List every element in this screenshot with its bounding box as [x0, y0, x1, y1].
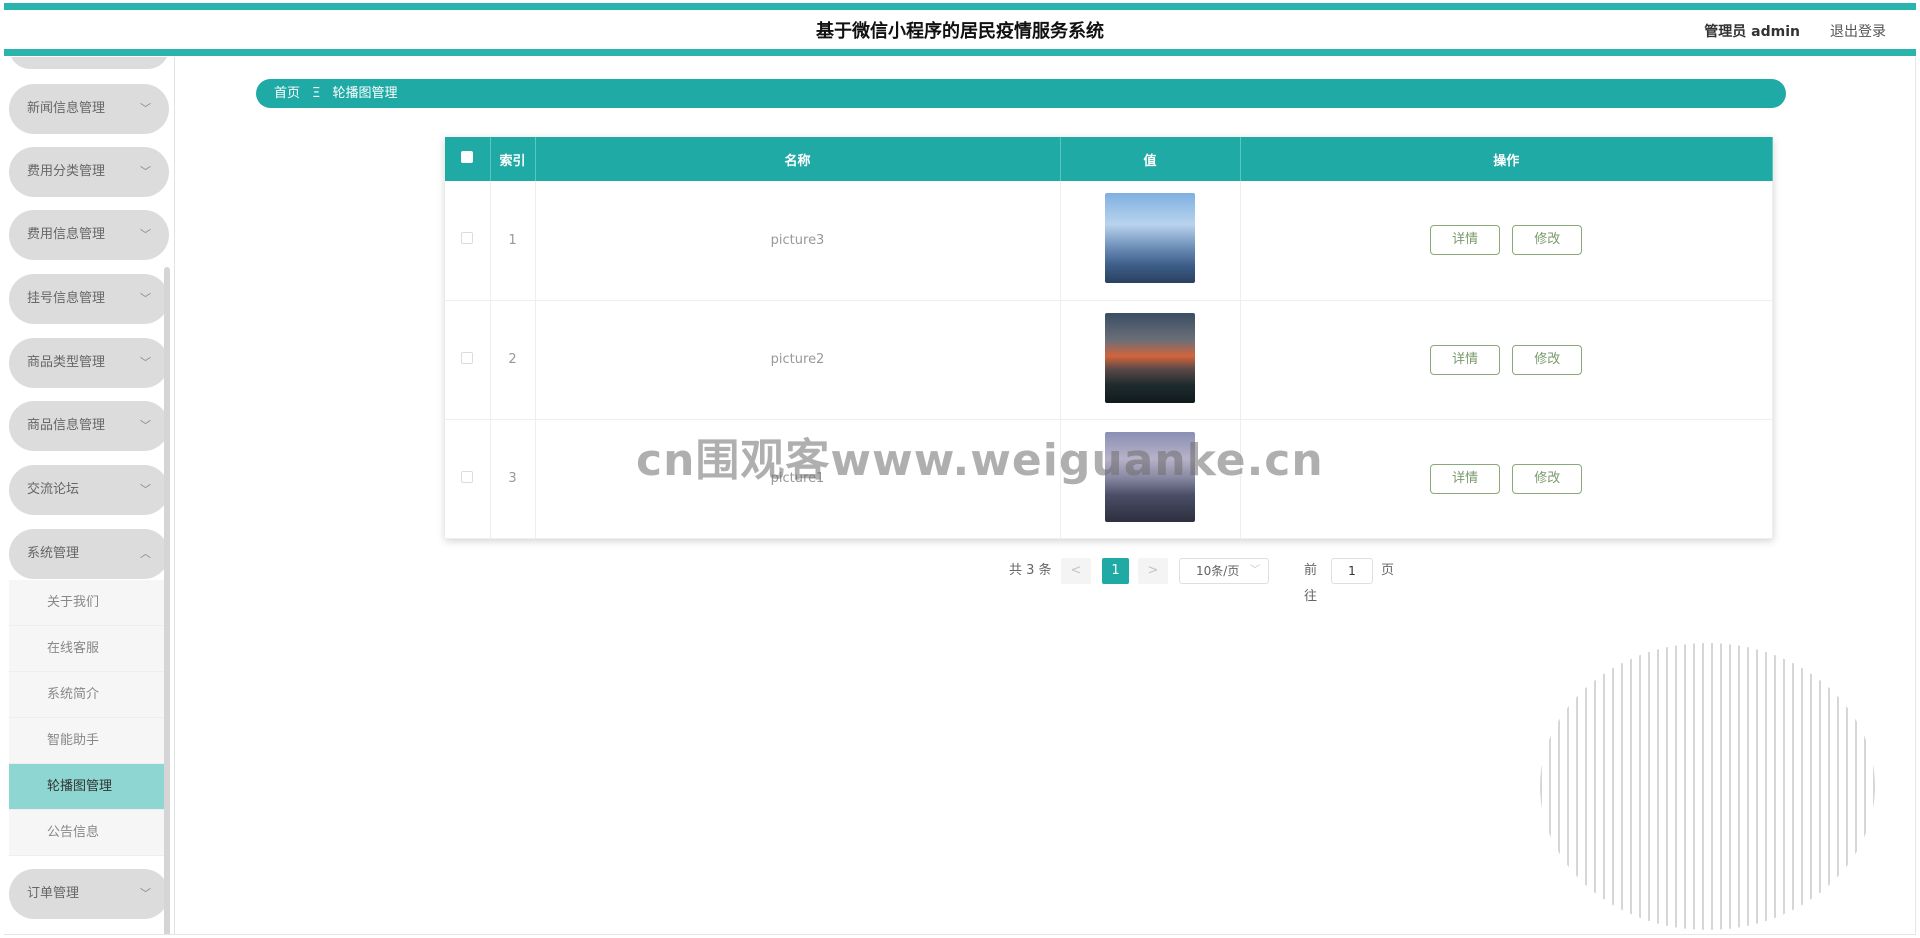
- table-header-row: 索引 名称 值 操作: [445, 137, 1773, 181]
- row-actions: 详情 修改: [1240, 181, 1773, 301]
- sidebar-item-label: 商品类型管理: [27, 355, 106, 370]
- sidebar-item-registration[interactable]: 挂号信息管理 ﹀: [9, 274, 169, 324]
- sidebar-item-news[interactable]: 新闻信息管理 ﹀: [9, 84, 169, 134]
- sidebar: 新闻信息管理 ﹀ 费用分类管理 ﹀ 费用信息管理 ﹀ 挂号信息管理 ﹀ 商品类型…: [4, 57, 175, 934]
- header-top-stripe: [4, 3, 1916, 10]
- breadcrumb-home[interactable]: 首页: [274, 86, 300, 101]
- breadcrumb: 首页 Ξ 轮播图管理: [256, 79, 1786, 108]
- row-select-cell: [445, 419, 491, 539]
- page-size-select[interactable]: 10条/页 ﹀: [1179, 558, 1269, 584]
- row-image-cell: [1060, 300, 1241, 420]
- sidebar-item-product-type[interactable]: 商品类型管理 ﹀: [9, 338, 169, 388]
- chevron-down-icon: ﹀: [140, 887, 151, 900]
- row-name: picture2: [535, 300, 1061, 420]
- sidebar-item-orders[interactable]: 订单管理 ﹀: [9, 869, 169, 919]
- row-select-cell: [445, 300, 491, 420]
- row-index: 1: [490, 181, 536, 301]
- row-checkbox[interactable]: [461, 232, 474, 245]
- chevron-up-icon: ︿: [140, 547, 151, 560]
- sidebar-item-label: 新闻信息管理: [27, 101, 106, 116]
- chevron-down-icon: ﹀: [140, 102, 151, 115]
- sidebar-item-system[interactable]: 系统管理 ︿: [9, 529, 169, 579]
- page-size-value: 10条/页: [1196, 564, 1240, 578]
- current-user: 管理员 admin: [1704, 24, 1800, 40]
- page-number-button[interactable]: 1: [1102, 558, 1129, 584]
- chevron-down-icon: ﹀: [140, 356, 151, 369]
- submenu-system-intro[interactable]: 系统简介: [9, 672, 169, 718]
- sidebar-item-fee-info[interactable]: 费用信息管理 ﹀: [9, 210, 169, 260]
- sidebar-item-label: 系统管理: [27, 546, 80, 561]
- app-title: 基于微信小程序的居民疫情服务系统: [816, 21, 1104, 42]
- chevron-down-icon: ﹀: [140, 419, 151, 432]
- sidebar-scrollbar[interactable]: [164, 267, 170, 934]
- sidebar-item-label: 交流论坛: [27, 482, 80, 497]
- row-image-cell: [1060, 181, 1241, 301]
- chevron-down-icon: ﹀: [140, 292, 151, 305]
- sidebar-item-label: 费用信息管理: [27, 227, 106, 242]
- goto-page-input[interactable]: [1331, 558, 1373, 584]
- sidebar-item-label: 商品信息管理: [27, 418, 106, 433]
- edit-button[interactable]: 修改: [1512, 344, 1583, 375]
- detail-button[interactable]: 详情: [1430, 344, 1501, 375]
- row-actions: 详情 修改: [1240, 300, 1773, 420]
- submenu-carousel[interactable]: 轮播图管理: [9, 764, 169, 810]
- chevron-down-icon: ﹀: [140, 483, 151, 496]
- submenu-about-us[interactable]: 关于我们: [9, 580, 169, 626]
- edit-button[interactable]: 修改: [1512, 225, 1583, 256]
- breadcrumb-separator-icon: Ξ: [312, 86, 321, 101]
- city-skyline-sunset-thumbnail[interactable]: [1105, 312, 1195, 403]
- column-header-actions: 操作: [1240, 137, 1773, 181]
- sidebar-item-forum[interactable]: 交流论坛 ﹀: [9, 465, 169, 515]
- prev-page-button[interactable]: <: [1061, 558, 1091, 584]
- row-index: 3: [490, 419, 536, 539]
- table-row: 2 picture2 详情 修改: [445, 300, 1773, 420]
- watermark: cn围观客www.weiguanke.cn: [636, 435, 1324, 486]
- row-checkbox[interactable]: [461, 470, 474, 483]
- column-header-name: 名称: [535, 137, 1061, 181]
- breadcrumb-current: 轮播图管理: [332, 86, 398, 101]
- top-header: 基于微信小程序的居民疫情服务系统 管理员 admin 退出登录: [4, 3, 1916, 57]
- sidebar-item-hidden-top[interactable]: [9, 57, 169, 69]
- row-checkbox[interactable]: [461, 351, 474, 364]
- detail-button[interactable]: 详情: [1430, 463, 1501, 494]
- decorative-striped-circle: [1540, 643, 1875, 930]
- chevron-down-icon: ﹀: [140, 228, 151, 241]
- chevron-down-icon: ﹀: [1250, 565, 1260, 576]
- goto-label: 前往: [1304, 563, 1318, 604]
- edit-button[interactable]: 修改: [1512, 463, 1583, 494]
- row-select-cell: [445, 181, 491, 301]
- sidebar-item-fee-category[interactable]: 费用分类管理 ﹀: [9, 147, 169, 197]
- table-row: 1 picture3 详情 修改: [445, 181, 1773, 301]
- row-index: 2: [490, 300, 536, 420]
- column-header-index: 索引: [490, 137, 536, 181]
- sidebar-item-label: 费用分类管理: [27, 164, 106, 179]
- sidebar-item-product-info[interactable]: 商品信息管理 ﹀: [9, 401, 169, 451]
- select-all-checkbox[interactable]: [461, 151, 474, 163]
- city-skyline-day-thumbnail[interactable]: [1105, 193, 1195, 284]
- submenu-announcements[interactable]: 公告信息: [9, 810, 169, 856]
- column-header-value: 值: [1060, 137, 1241, 181]
- sidebar-item-label: 挂号信息管理: [27, 291, 106, 306]
- select-all-header: [445, 137, 491, 181]
- submenu-smart-assistant[interactable]: 智能助手: [9, 718, 169, 764]
- logout-link[interactable]: 退出登录: [1830, 21, 1886, 41]
- chevron-down-icon: ﹀: [140, 165, 151, 178]
- detail-button[interactable]: 详情: [1430, 225, 1501, 256]
- row-name: picture3: [535, 181, 1061, 301]
- page-suffix-label: 页: [1381, 563, 1395, 578]
- sidebar-item-label: 订单管理: [27, 886, 80, 901]
- header-bottom-stripe: [4, 49, 1916, 56]
- submenu-online-service[interactable]: 在线客服: [9, 626, 169, 672]
- pagination-total: 共 3 条: [1009, 563, 1052, 578]
- next-page-button[interactable]: >: [1138, 558, 1168, 584]
